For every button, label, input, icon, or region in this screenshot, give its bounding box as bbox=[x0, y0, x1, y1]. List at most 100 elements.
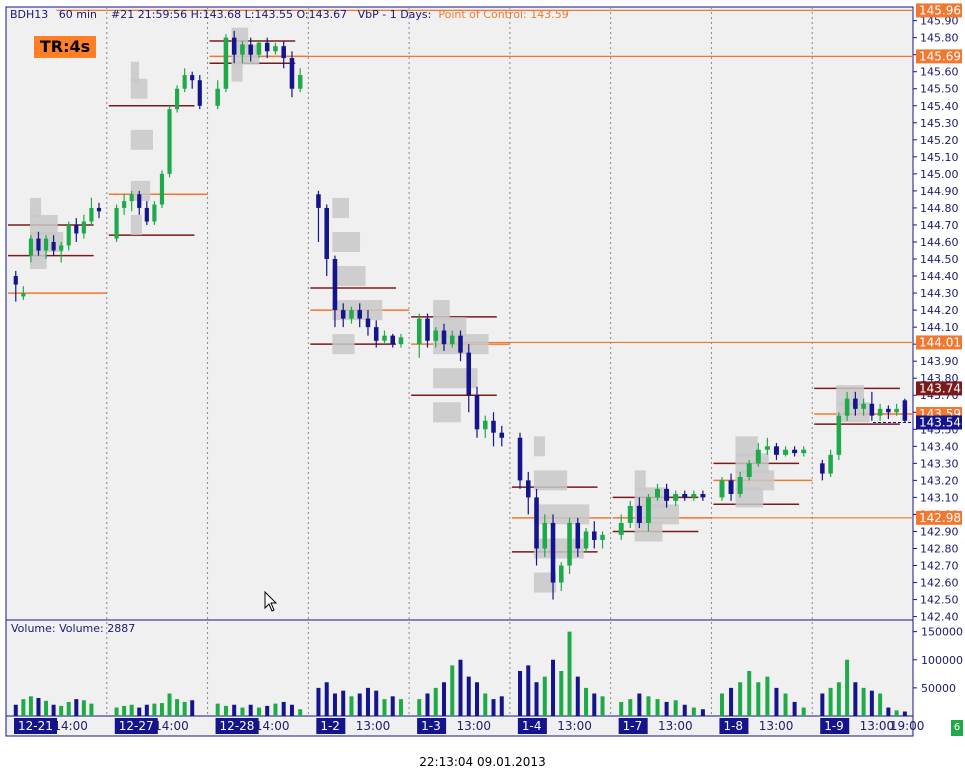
candle-body bbox=[433, 330, 439, 341]
volume-profile-bar bbox=[433, 300, 450, 321]
candle-body bbox=[21, 293, 26, 297]
price-label-text: 143.74 bbox=[919, 381, 961, 395]
price-tick-label: 142.60 bbox=[920, 577, 959, 590]
volume-bar bbox=[332, 693, 337, 716]
session-time-label: 13:00 bbox=[759, 719, 794, 733]
candle-body bbox=[559, 565, 564, 583]
volume-bar bbox=[878, 693, 883, 716]
volume-bar bbox=[483, 693, 488, 716]
price-tick-label: 143.40 bbox=[920, 440, 959, 453]
volume-bar bbox=[774, 687, 779, 716]
volume-bar bbox=[273, 703, 278, 716]
volume-bar bbox=[820, 693, 825, 716]
price-label-text: 143.54 bbox=[919, 415, 961, 429]
candle-body bbox=[719, 480, 725, 498]
price-tick-label: 144.40 bbox=[920, 270, 959, 283]
volume-profile-bar bbox=[735, 436, 758, 457]
volume-bar bbox=[518, 671, 523, 716]
candle-body bbox=[223, 37, 229, 89]
tr-badge[interactable]: TR:4s bbox=[34, 36, 96, 58]
session-date-label: 1-9 bbox=[824, 719, 844, 733]
candle-body bbox=[273, 46, 278, 52]
candle-body bbox=[466, 352, 472, 396]
price-tick-label: 143.30 bbox=[920, 457, 959, 470]
chart-canvas: 145.90145.80145.70145.60145.50145.40145.… bbox=[5, 3, 963, 737]
candle-body bbox=[592, 531, 597, 540]
volume-bar bbox=[215, 703, 220, 716]
candle-body bbox=[398, 337, 404, 345]
session-date-label: 12-28 bbox=[220, 719, 255, 733]
price-tick-label: 144.20 bbox=[920, 304, 959, 317]
candle-body bbox=[289, 58, 295, 89]
candle-body bbox=[525, 480, 531, 498]
price-tick-label: 145.60 bbox=[920, 66, 959, 79]
volume-bar bbox=[551, 659, 556, 716]
volume-bar bbox=[66, 701, 71, 716]
volume-bar bbox=[682, 704, 687, 716]
volume-bar bbox=[637, 693, 642, 716]
price-tick-label: 144.60 bbox=[920, 236, 959, 249]
candle-body bbox=[182, 75, 187, 89]
candle-body bbox=[74, 224, 79, 234]
volume-profile-bar bbox=[433, 402, 461, 423]
volume-bar bbox=[828, 687, 833, 716]
volume-bar bbox=[491, 699, 496, 716]
price-tick-label: 145.00 bbox=[920, 168, 959, 181]
candle-body bbox=[281, 46, 286, 59]
volume-bar bbox=[433, 687, 438, 716]
candle-body bbox=[458, 335, 463, 353]
volume-bar bbox=[792, 701, 797, 716]
candle-body bbox=[264, 42, 270, 52]
timeframe-label: 60 min bbox=[58, 8, 98, 21]
candle-body bbox=[297, 75, 303, 89]
price-tick-label: 142.90 bbox=[920, 525, 959, 538]
volume-bar bbox=[81, 700, 86, 716]
volume-bar bbox=[417, 699, 422, 716]
candle-body bbox=[114, 207, 119, 239]
volume-bar bbox=[756, 682, 761, 716]
price-tick-label: 143.10 bbox=[920, 491, 959, 504]
volume-bar bbox=[74, 699, 79, 716]
volume-bar bbox=[584, 687, 589, 716]
session-date-label: 12-27 bbox=[119, 719, 154, 733]
candle-body bbox=[764, 446, 770, 450]
volume-bar bbox=[152, 703, 157, 716]
volume-bar bbox=[691, 707, 696, 716]
corner-badge[interactable]: 6 bbox=[951, 720, 963, 736]
candle-body bbox=[390, 335, 396, 345]
candle-body bbox=[673, 493, 679, 501]
price-tick-label: 142.50 bbox=[920, 594, 959, 607]
volume-profile-bar bbox=[332, 300, 383, 321]
volume-bar bbox=[349, 696, 354, 716]
price-tick-label: 145.50 bbox=[920, 83, 959, 96]
candle-body bbox=[51, 241, 56, 251]
volume-bar bbox=[129, 704, 134, 716]
session-time-label: 13:00 bbox=[356, 719, 391, 733]
volume-bar bbox=[466, 676, 471, 716]
volume-profile-bar bbox=[735, 453, 769, 474]
volume-bar bbox=[382, 699, 387, 716]
price-tick-label: 145.30 bbox=[920, 117, 959, 130]
volume-bar bbox=[144, 704, 149, 716]
volume-profile-bar bbox=[130, 61, 140, 82]
volume-bar bbox=[894, 710, 899, 716]
volume-profile-bar bbox=[332, 197, 349, 218]
volume-bar bbox=[44, 700, 49, 716]
session-date-label: 1-7 bbox=[623, 719, 643, 733]
candle-body bbox=[773, 446, 779, 455]
poc-info-label: Point of Control: 143.59 bbox=[438, 8, 569, 21]
candle-body bbox=[820, 463, 825, 474]
candle-body bbox=[682, 493, 688, 498]
candle-body bbox=[877, 408, 883, 416]
volume-bar bbox=[316, 687, 321, 716]
volume-bar bbox=[853, 682, 858, 716]
price-tick-label: 145.10 bbox=[920, 151, 959, 164]
volume-tick-label: 150000 bbox=[921, 626, 963, 639]
volume-bar bbox=[390, 696, 395, 716]
volume-profile-bar bbox=[332, 334, 355, 355]
price-tick-label: 142.70 bbox=[920, 560, 959, 573]
volume-bar bbox=[175, 699, 180, 716]
volume-bar bbox=[655, 699, 660, 716]
candle-body bbox=[627, 505, 633, 523]
candle-body bbox=[382, 335, 387, 341]
